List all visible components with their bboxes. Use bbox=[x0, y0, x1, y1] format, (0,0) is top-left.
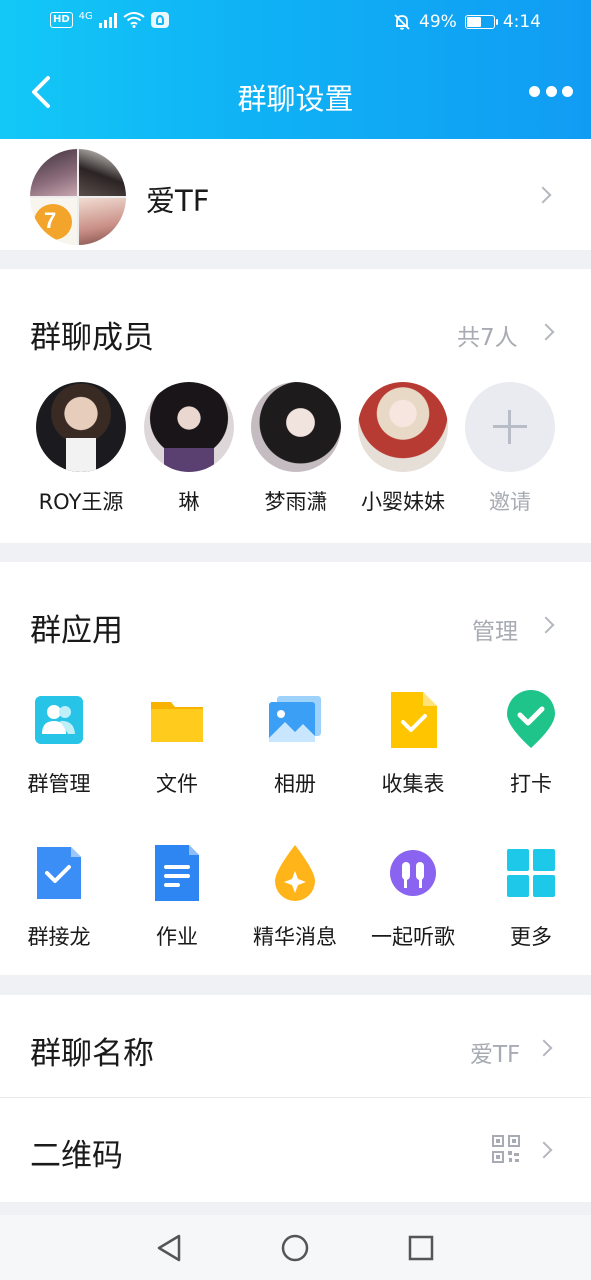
avatar bbox=[251, 382, 341, 472]
app-label: 精华消息 bbox=[253, 925, 337, 949]
member-name: 梦雨潇 bbox=[264, 490, 328, 514]
invite-member-button[interactable]: 邀请 bbox=[456, 382, 564, 516]
nav-bar: 群聊设置 bbox=[0, 46, 591, 139]
avatar bbox=[144, 382, 234, 472]
app-listen-together[interactable]: 一起听歌 bbox=[354, 843, 472, 951]
system-nav-bar bbox=[0, 1215, 591, 1280]
app-label: 文件 bbox=[156, 772, 198, 796]
essence-icon bbox=[265, 843, 325, 903]
listen-together-icon bbox=[383, 843, 443, 903]
app-label: 群管理 bbox=[27, 772, 91, 796]
app-label: 打卡 bbox=[510, 772, 552, 796]
hd-badge: HD bbox=[50, 12, 73, 28]
member-name: ROY王源 bbox=[38, 490, 124, 514]
app-label: 作业 bbox=[156, 925, 198, 949]
manage-apps-link[interactable]: 管理 bbox=[472, 612, 518, 646]
app-label: 相册 bbox=[274, 772, 316, 796]
collection-form-icon bbox=[383, 690, 443, 750]
battery-percent: 49% bbox=[419, 12, 457, 32]
member-name: 琳 bbox=[178, 490, 200, 514]
nav-recents-icon[interactable] bbox=[408, 1235, 434, 1261]
app-more[interactable]: 更多 bbox=[472, 843, 590, 951]
app-label: 更多 bbox=[510, 925, 552, 949]
member-name: 小婴妹妹 bbox=[361, 490, 445, 514]
hotspot-icon bbox=[150, 12, 169, 28]
group-name-label: 群聊名称 bbox=[30, 1036, 154, 1072]
qrcode-label: 二维码 bbox=[30, 1138, 123, 1174]
member-item[interactable]: 梦雨潇 bbox=[242, 382, 350, 516]
avatar bbox=[36, 382, 126, 472]
member-item[interactable]: ROY王源 bbox=[27, 382, 135, 516]
app-essence[interactable]: 精华消息 bbox=[236, 843, 354, 951]
page-title: 群聊设置 bbox=[237, 82, 354, 116]
app-check-in[interactable]: 打卡 bbox=[472, 690, 590, 798]
check-in-icon bbox=[501, 690, 561, 750]
network-type: 4G bbox=[78, 10, 93, 22]
battery-icon bbox=[464, 15, 498, 29]
app-label: 群接龙 bbox=[27, 925, 91, 949]
app-album[interactable]: 相册 bbox=[236, 690, 354, 798]
group-avatar[interactable]: 7 bbox=[30, 149, 126, 245]
nav-back-icon[interactable] bbox=[155, 1233, 183, 1263]
group-name: 爱TF bbox=[146, 184, 210, 218]
more-options-icon[interactable] bbox=[529, 86, 573, 100]
homework-icon bbox=[147, 843, 207, 903]
nav-home-icon[interactable] bbox=[281, 1234, 309, 1262]
mute-bell-icon bbox=[394, 14, 410, 30]
folder-icon bbox=[147, 690, 207, 750]
app-files[interactable]: 文件 bbox=[118, 690, 236, 798]
group-manage-icon bbox=[29, 690, 89, 750]
avatar bbox=[358, 382, 448, 472]
group-name-value: 爱TF bbox=[470, 1042, 521, 1068]
qrcode-icon bbox=[492, 1135, 520, 1163]
signal-icon bbox=[98, 12, 117, 28]
clock: 4:14 bbox=[502, 12, 541, 32]
member-item[interactable]: 琳 bbox=[135, 382, 243, 516]
member-count[interactable]: 共7人 bbox=[457, 318, 518, 352]
members-section-title: 群聊成员 bbox=[30, 320, 154, 356]
app-collection-form[interactable]: 收集表 bbox=[354, 690, 472, 798]
more-apps-icon bbox=[501, 843, 561, 903]
app-group-manage[interactable]: 群管理 bbox=[0, 690, 118, 798]
app-relay[interactable]: 群接龙 bbox=[0, 843, 118, 951]
photo-album-icon bbox=[265, 690, 325, 750]
app-homework[interactable]: 作业 bbox=[118, 843, 236, 951]
add-member-icon bbox=[465, 382, 555, 472]
app-label: 收集表 bbox=[381, 772, 445, 796]
relay-icon bbox=[29, 843, 89, 903]
status-bar: HD 4G 49% 4:14 bbox=[0, 0, 591, 46]
member-item[interactable]: 小婴妹妹 bbox=[349, 382, 457, 516]
wifi-icon bbox=[123, 12, 145, 28]
invite-label: 邀请 bbox=[489, 490, 531, 514]
apps-section-title: 群应用 bbox=[30, 613, 123, 649]
app-label: 一起听歌 bbox=[371, 925, 455, 949]
